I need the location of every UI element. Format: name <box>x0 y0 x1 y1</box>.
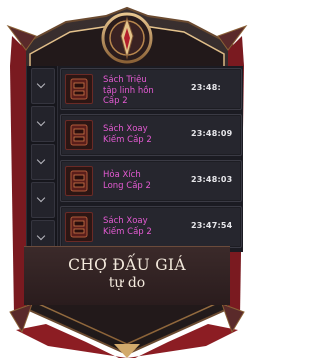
category-tab[interactable] <box>31 106 55 142</box>
event-title-banner: CHỢ ĐẤU GIÁ tự do <box>24 246 230 305</box>
category-tab[interactable] <box>31 144 55 180</box>
category-tab[interactable] <box>31 182 55 218</box>
item-time: 23:48:09 <box>191 129 233 138</box>
auction-item-row[interactable]: Hỏa Xích Long Cấp 2 23:48:03 <box>60 160 242 202</box>
item-time: 23:48: <box>191 83 221 92</box>
chevron-down-icon <box>36 231 46 241</box>
book-icon <box>65 74 93 104</box>
event-title: CHỢ ĐẤU GIÁ <box>68 256 186 274</box>
chevron-down-icon <box>36 193 46 203</box>
auction-item-row[interactable]: Sách Triệu tập linh hồn Cấp 2 23:48: <box>60 68 242 110</box>
item-name: Sách Xoay Kiếm Cấp 2 <box>103 124 152 145</box>
category-column <box>27 66 58 252</box>
item-name: Hỏa Xích Long Cấp 2 <box>103 170 151 191</box>
item-time: 23:47:54 <box>191 221 233 230</box>
event-card[interactable]: Sách Triệu tập linh hồn Cấp 2 23:48: Sác… <box>6 6 248 358</box>
chevron-down-icon <box>36 117 46 127</box>
auction-item-row[interactable]: Sách Xoay Kiếm Cấp 2 23:48:09 <box>60 114 242 156</box>
chevron-down-icon <box>36 155 46 165</box>
auction-item-row[interactable]: Sách Xoay Kiếm Cấp 2 23:47:54 <box>60 206 242 248</box>
book-icon <box>65 212 93 242</box>
book-icon <box>65 166 93 196</box>
book-icon <box>65 120 93 150</box>
item-name: Sách Triệu tập linh hồn Cấp 2 <box>103 75 154 106</box>
auction-list-panel: Sách Triệu tập linh hồn Cấp 2 23:48: Sác… <box>26 66 243 252</box>
item-name: Sách Xoay Kiếm Cấp 2 <box>103 216 152 237</box>
item-time: 23:48:03 <box>191 175 233 184</box>
event-subtitle: tự do <box>108 275 146 291</box>
category-tab[interactable] <box>31 68 55 104</box>
chevron-down-icon <box>36 79 46 89</box>
